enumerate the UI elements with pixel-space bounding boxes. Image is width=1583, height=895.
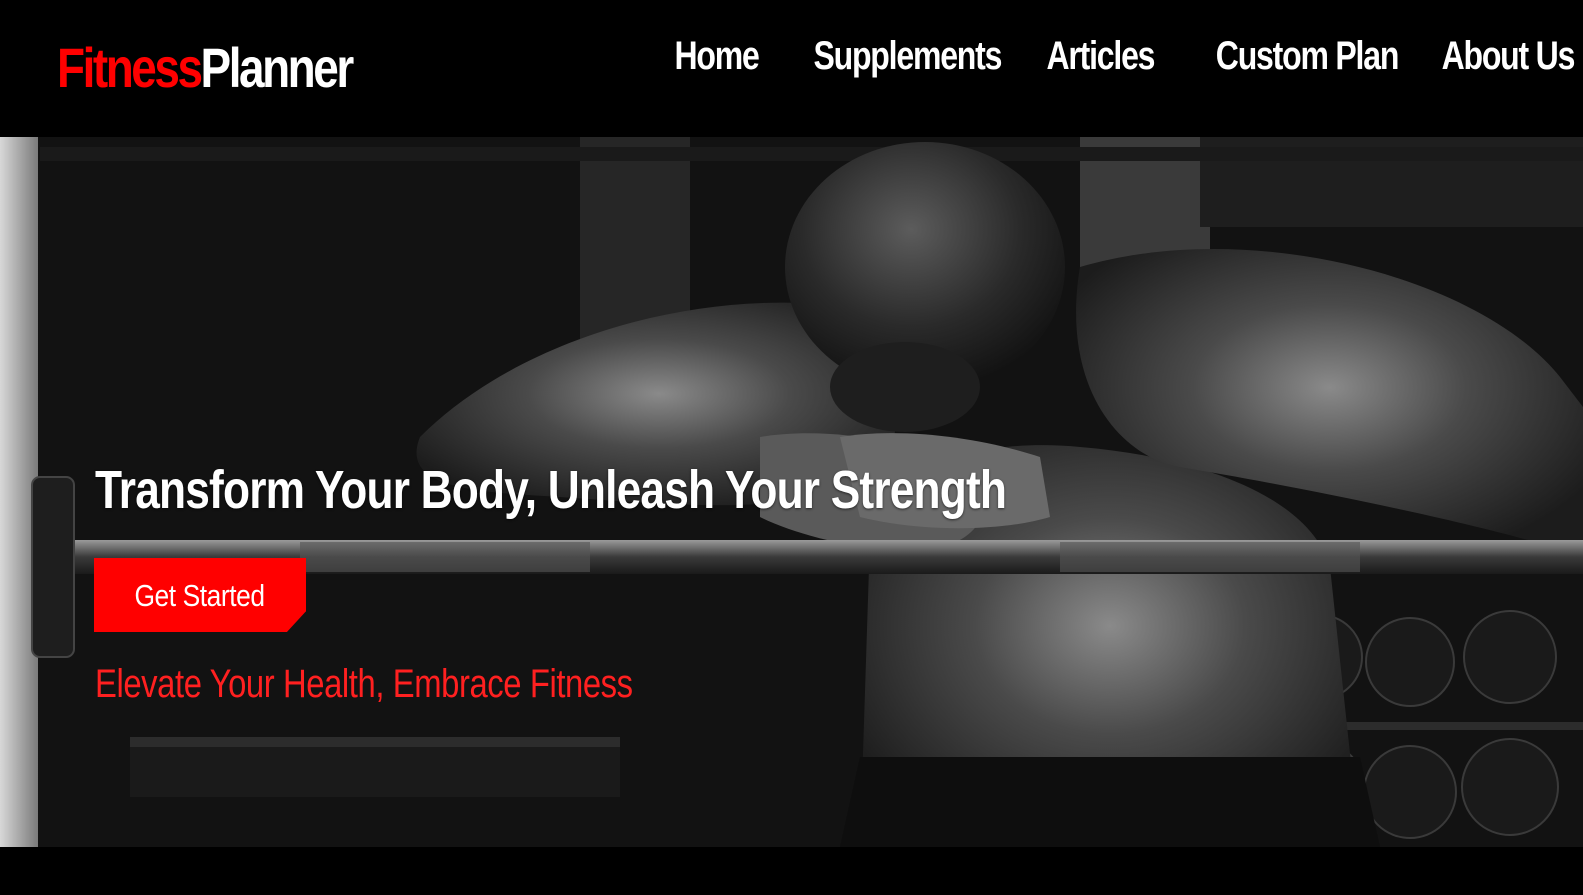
page-bottom-edge bbox=[0, 847, 1583, 895]
get-started-button[interactable]: Get Started bbox=[94, 558, 306, 632]
hero-section: Transform Your Body, Unleash Your Streng… bbox=[0, 137, 1583, 847]
site-header: FitnessPlanner Home Supplements Articles… bbox=[0, 0, 1583, 137]
nav-item-home[interactable]: Home bbox=[675, 36, 760, 76]
hero-title: Transform Your Body, Unleash Your Streng… bbox=[95, 460, 1007, 520]
hero-tagline: Elevate Your Health, Embrace Fitness bbox=[95, 662, 633, 706]
nav-item-articles[interactable]: Articles bbox=[1046, 36, 1155, 76]
main-nav: Home Supplements Articles Custom Plan Ab… bbox=[0, 0, 1583, 137]
nav-item-custom-plan[interactable]: Custom Plan bbox=[1216, 36, 1400, 76]
get-started-label: Get Started bbox=[134, 577, 266, 613]
nav-item-about-us[interactable]: About Us bbox=[1442, 36, 1576, 76]
page: FitnessPlanner Home Supplements Articles… bbox=[0, 0, 1583, 895]
nav-item-supplements[interactable]: Supplements bbox=[813, 36, 1002, 76]
